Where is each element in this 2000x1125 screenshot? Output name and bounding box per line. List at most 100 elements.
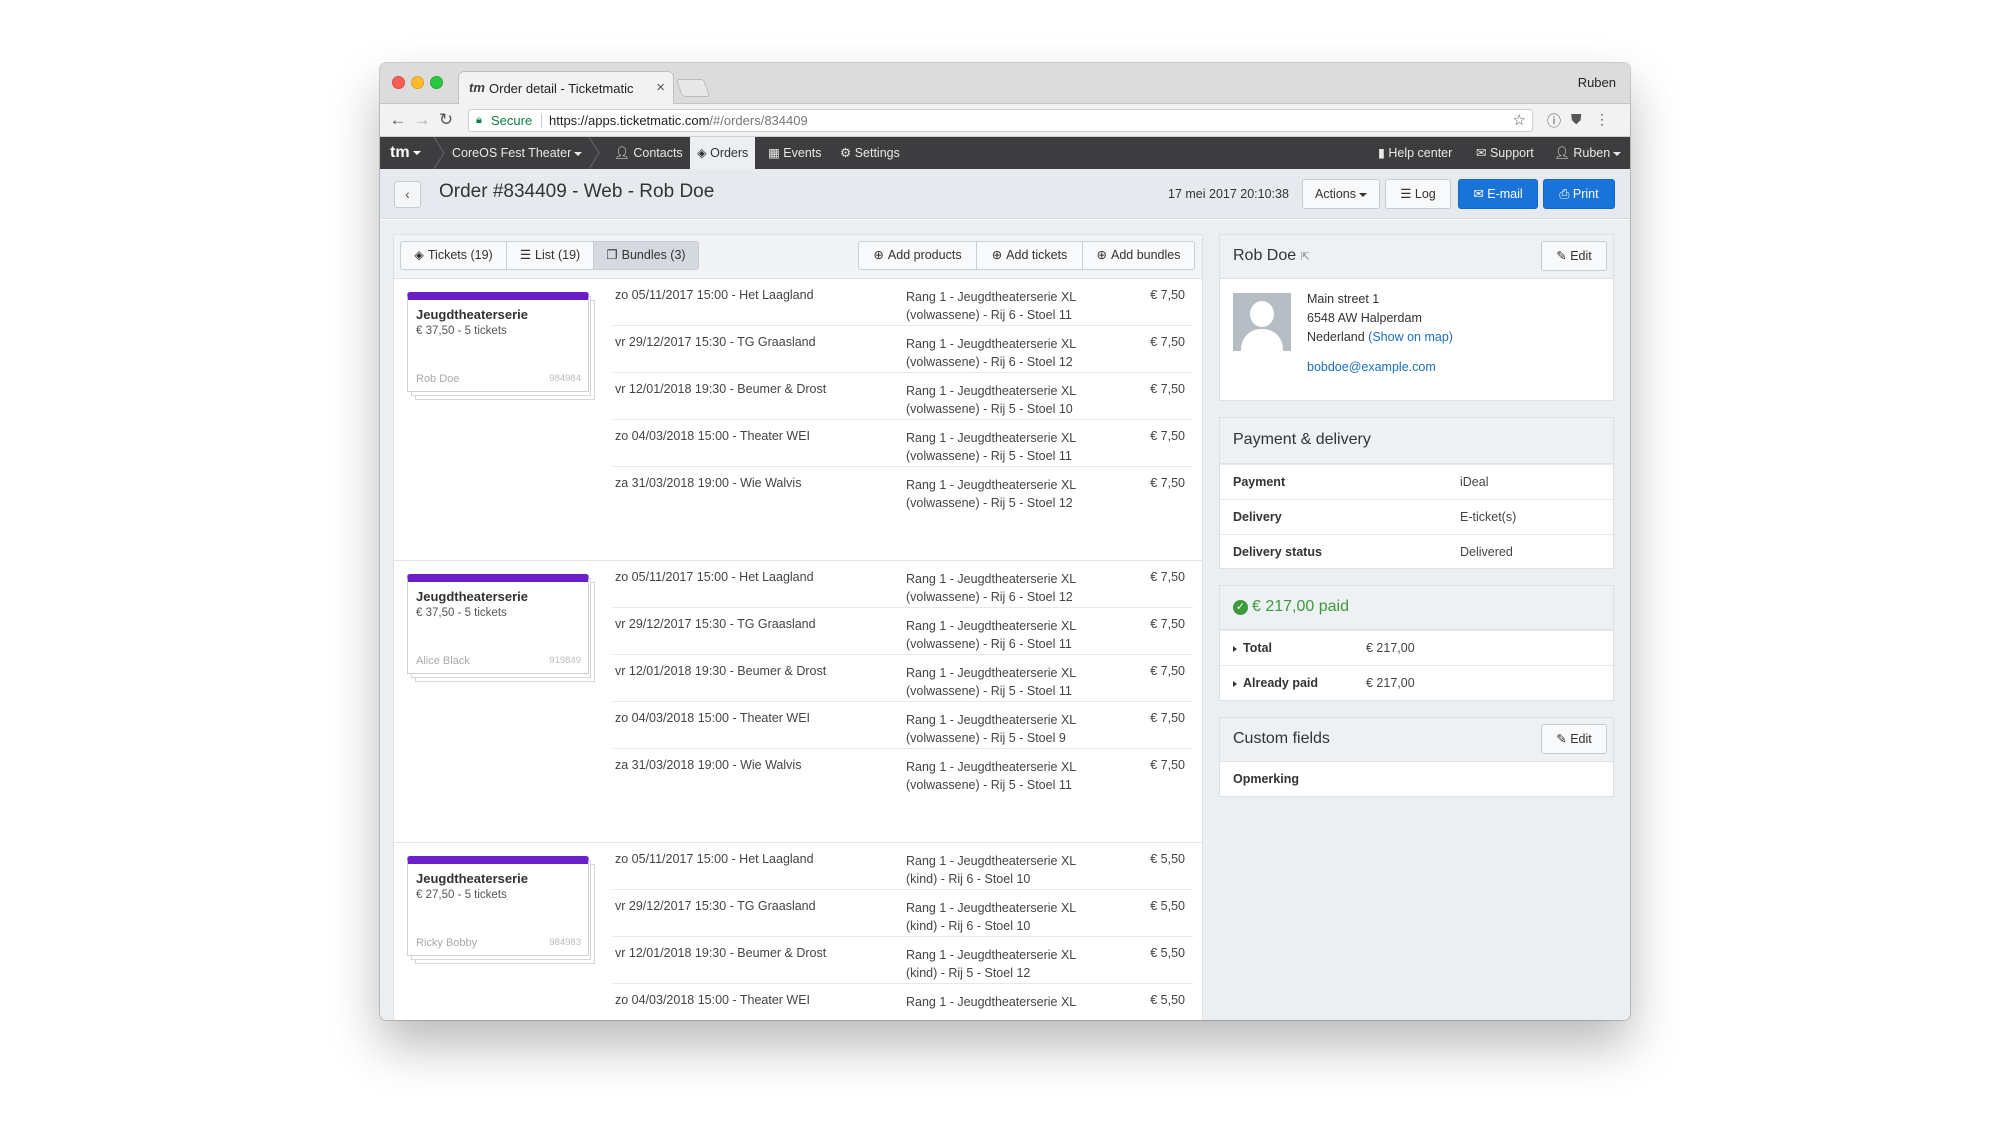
ticket-seat-line1: Rang 1 - Jeugdtheaterserie XL bbox=[906, 995, 1077, 1009]
nav-item-settings[interactable]: ⚙︎ Settings bbox=[832, 137, 908, 169]
tab-tickets[interactable]: ◈ Tickets (19) bbox=[400, 241, 507, 270]
nav-item-contacts[interactable]: 👤︎ Contacts bbox=[606, 137, 691, 169]
ticket-row[interactable]: zo 04/03/2018 15:00 - Theater WEI Rang 1 … bbox=[613, 984, 1193, 1020]
tab-list[interactable]: ☰ List (19) bbox=[506, 241, 594, 270]
ticket-seat-line2: (volwassene) - Rij 6 - Stoel 12 bbox=[906, 590, 1073, 604]
ticket-event: zo 04/03/2018 15:00 - Theater WEI bbox=[615, 993, 811, 1007]
ticket-row[interactable]: zo 05/11/2017 15:00 - Het Laagland Rang 1… bbox=[613, 843, 1193, 890]
already-paid-label: Already paid bbox=[1243, 676, 1319, 690]
contact-name[interactable]: Rob Doe ⇱ bbox=[1233, 247, 1310, 265]
ticket-row[interactable]: vr 12/01/2018 19:30 - Beumer & Drost Rang… bbox=[613, 655, 1193, 702]
ticket-seat: Rang 1 - Jeugdtheaterserie XL (volwassene… bbox=[906, 476, 1126, 512]
ticket-seat-line2: (volwassene) - Rij 6 - Stoel 11 bbox=[906, 308, 1072, 322]
bundle-card[interactable]: Jeugdtheaterserie € 37,50 - 5 tickets Al… bbox=[407, 574, 589, 674]
close-tab-icon[interactable]: × bbox=[656, 79, 665, 96]
ticket-event: zo 04/03/2018 15:00 - Theater WEI bbox=[615, 711, 811, 725]
actions-dropdown[interactable]: Actions bbox=[1302, 179, 1380, 209]
tab-list-label: List (19) bbox=[535, 248, 581, 262]
bundle-card-stack[interactable]: Jeugdtheaterserie € 37,50 - 5 tickets Al… bbox=[407, 574, 597, 682]
browser-window: tm Order detail - Ticketmatic × Ruben ← … bbox=[380, 63, 1630, 1020]
address-bar[interactable]: 🔒︎ Secure https://apps.ticketmatic.com/#… bbox=[468, 109, 1533, 132]
contact-email-link[interactable]: bobdoe@example.com bbox=[1307, 360, 1436, 374]
ticket-seat: Rang 1 - Jeugdtheaterserie XL (volwassene… bbox=[906, 335, 1126, 371]
info-extension-icon[interactable]: ⓘ bbox=[1547, 111, 1561, 131]
ticket-row[interactable]: vr 29/12/2017 15:30 - TG Graasland Rang 1… bbox=[613, 608, 1193, 655]
already-paid-row[interactable]: Already paid € 217,00 bbox=[1220, 665, 1613, 700]
nav-events-label: Events bbox=[783, 146, 822, 160]
brand-logo[interactable]: tm bbox=[390, 137, 421, 169]
menu-dots-icon[interactable]: ⋮ bbox=[1595, 111, 1609, 128]
help-center-link[interactable]: ▮ Help center bbox=[1378, 137, 1452, 169]
ticket-price: € 7,50 bbox=[1150, 664, 1185, 678]
nav-settings-label: Settings bbox=[854, 146, 900, 160]
log-button[interactable]: ☰ Log bbox=[1385, 179, 1451, 209]
ticket-price: € 5,50 bbox=[1150, 899, 1185, 913]
maximize-window-button[interactable] bbox=[430, 76, 443, 89]
add-bundles-button[interactable]: ⊕ Add bundles bbox=[1082, 241, 1195, 270]
ticket-event: za 31/03/2018 19:00 - Wie Walvis bbox=[615, 758, 802, 772]
external-link-icon[interactable]: ⇱ bbox=[1301, 251, 1310, 263]
ticket-row[interactable]: vr 12/01/2018 19:30 - Beumer & Drost Rang… bbox=[613, 937, 1193, 984]
add-tickets-button[interactable]: ⊕ Add tickets bbox=[976, 241, 1083, 270]
bundle-card-stack[interactable]: Jeugdtheaterserie € 27,50 - 5 tickets Ri… bbox=[407, 856, 597, 964]
delivery-status-value: Delivered bbox=[1460, 545, 1513, 559]
bookmark-star-icon[interactable]: ☆ bbox=[1513, 111, 1526, 129]
back-arrow-icon[interactable]: ← bbox=[388, 110, 408, 130]
ticket-seat-line2: (volwassene) - Rij 5 - Stoel 9 bbox=[906, 731, 1066, 745]
bundle-card[interactable]: Jeugdtheaterserie € 27,50 - 5 tickets Ri… bbox=[407, 856, 589, 956]
email-button[interactable]: ✉︎ E-mail bbox=[1458, 179, 1538, 209]
edit-contact-button[interactable]: ✎ Edit bbox=[1541, 241, 1607, 271]
plus-circle-icon: ⊕ bbox=[1096, 248, 1107, 262]
bundle-id: 984983 bbox=[549, 937, 581, 948]
ticket-row[interactable]: zo 05/11/2017 15:00 - Het Laagland Rang 1… bbox=[613, 279, 1193, 326]
envelope-icon: ✉︎ bbox=[1473, 187, 1488, 201]
support-link[interactable]: ✉︎ Support bbox=[1476, 137, 1534, 169]
tag-icon: ◈ bbox=[697, 146, 711, 160]
minimize-window-button[interactable] bbox=[411, 76, 424, 89]
user-menu[interactable]: 👤︎ Ruben bbox=[1554, 137, 1622, 169]
reload-icon[interactable]: ↻ bbox=[436, 110, 456, 130]
paid-panel: ✓ € 217,00 paid Total € 217,00 Already pai… bbox=[1219, 585, 1614, 701]
ticket-row[interactable]: zo 04/03/2018 15:00 - Theater WEI Rang 1 … bbox=[613, 420, 1193, 467]
ticket-row[interactable]: zo 05/11/2017 15:00 - Het Laagland Rang 1… bbox=[613, 561, 1193, 608]
chevron-down-icon bbox=[1613, 151, 1622, 156]
print-button[interactable]: ⎙ Print bbox=[1543, 179, 1615, 209]
ticket-row[interactable]: vr 12/01/2018 19:30 - Beumer & Drost Rang… bbox=[613, 373, 1193, 420]
new-tab-button[interactable] bbox=[675, 79, 711, 97]
ticket-row[interactable]: zo 04/03/2018 15:00 - Theater WEI Rang 1 … bbox=[613, 702, 1193, 749]
add-products-button[interactable]: ⊕ Add products bbox=[858, 241, 977, 270]
ticket-row[interactable]: za 31/03/2018 19:00 - Wie Walvis Rang 1 -… bbox=[613, 467, 1193, 514]
bundle-card[interactable]: Jeugdtheaterserie € 37,50 - 5 tickets Ro… bbox=[407, 292, 589, 392]
contact-panel: Rob Doe ⇱ ✎ Edit Main street 1 6548 AW H… bbox=[1219, 234, 1614, 401]
avatar-head bbox=[1250, 301, 1274, 327]
tab-bundles[interactable]: ❐ Bundles (3) bbox=[593, 241, 699, 270]
avatar-body bbox=[1241, 329, 1283, 351]
show-on-map-link[interactable]: (Show on map) bbox=[1368, 330, 1453, 344]
ticket-row[interactable]: vr 29/12/2017 15:30 - TG Graasland Rang 1… bbox=[613, 326, 1193, 373]
total-row[interactable]: Total € 217,00 bbox=[1220, 630, 1613, 665]
forward-arrow-icon[interactable]: → bbox=[412, 110, 432, 130]
already-paid-value: € 217,00 bbox=[1366, 676, 1415, 690]
ticket-seat-line1: Rang 1 - Jeugdtheaterserie XL bbox=[906, 666, 1077, 680]
nav-item-events[interactable]: ▦ Events bbox=[760, 137, 830, 169]
ticket-row[interactable]: za 31/03/2018 19:00 - Wie Walvis Rang 1 -… bbox=[613, 749, 1193, 796]
ticket-row[interactable]: vr 29/12/2017 15:30 - TG Graasland Rang 1… bbox=[613, 890, 1193, 937]
order-date: 17 mei 2017 20:10:38 bbox=[1168, 187, 1289, 201]
back-button[interactable]: ‹ bbox=[394, 181, 421, 208]
bundle-icon: ❐ bbox=[606, 248, 618, 262]
custom-fields-header: Custom fields ✎ Edit bbox=[1220, 718, 1613, 762]
ticket-seat: Rang 1 - Jeugdtheaterserie XL (volwassene… bbox=[906, 429, 1126, 465]
shield-extension-icon[interactable]: ⛊ bbox=[1571, 111, 1582, 128]
ticket-event: vr 29/12/2017 15:30 - TG Graasland bbox=[615, 335, 816, 349]
bundle-name: Jeugdtheaterserie bbox=[416, 307, 528, 322]
bundle-card-stack[interactable]: Jeugdtheaterserie € 37,50 - 5 tickets Ro… bbox=[407, 292, 597, 400]
url-text[interactable]: https://apps.ticketmatic.com/#/orders/83… bbox=[549, 113, 808, 128]
bundle-item: Jeugdtheaterserie € 37,50 - 5 tickets Ro… bbox=[394, 279, 1202, 561]
browser-profile[interactable]: Ruben bbox=[1578, 75, 1616, 90]
ticket-price: € 5,50 bbox=[1150, 993, 1185, 1007]
browser-tab[interactable]: tm Order detail - Ticketmatic × bbox=[458, 71, 674, 104]
account-switcher[interactable]: CoreOS Fest Theater bbox=[452, 137, 583, 169]
close-window-button[interactable] bbox=[392, 76, 405, 89]
nav-item-orders[interactable]: ◈ Orders bbox=[690, 137, 756, 169]
edit-custom-fields-button[interactable]: ✎ Edit bbox=[1541, 724, 1607, 754]
